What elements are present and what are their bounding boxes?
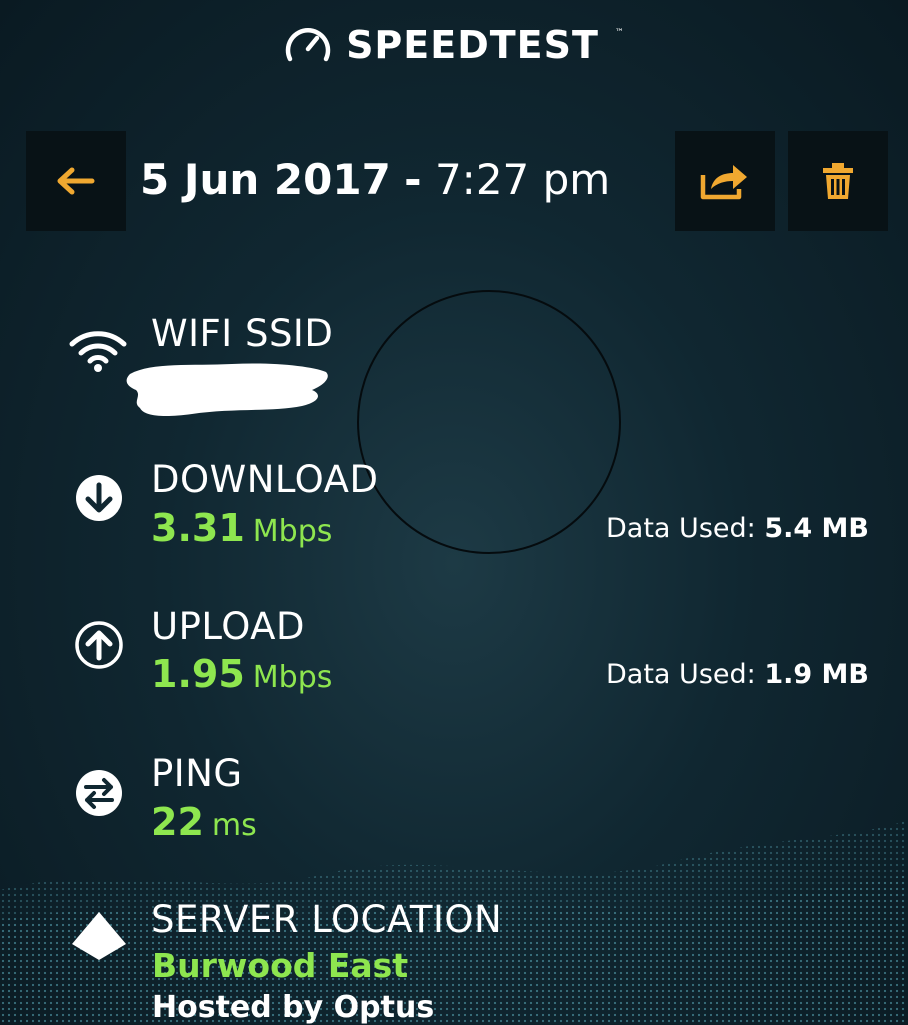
result-datetime: 5 Jun 2017 - 7:27 pm — [140, 155, 610, 204]
download-data-used: Data Used: 5.4 MB — [606, 513, 869, 544]
wifi-label: WIFI SSID — [151, 312, 334, 355]
download-value: 3.31 Mbps — [151, 506, 332, 550]
upload-data-used-label: Data Used: — [606, 659, 756, 690]
gauge-circle — [357, 290, 621, 554]
ping-icon — [74, 768, 124, 818]
back-arrow-icon — [57, 167, 95, 195]
wifi-icon — [68, 326, 128, 374]
upload-unit: Mbps — [252, 660, 333, 695]
download-speed: 3.31 — [151, 506, 245, 550]
server-location-icon — [70, 910, 128, 962]
speedtest-logo: SPEEDTEST ™ — [284, 23, 624, 67]
download-unit: Mbps — [252, 514, 333, 549]
result-time: 7:27 pm — [434, 155, 611, 204]
ping-label: PING — [151, 752, 243, 795]
upload-data-used: Data Used: 1.9 MB — [606, 659, 869, 690]
server-name: Burwood East — [152, 946, 409, 985]
server-host: Hosted by Optus — [152, 990, 435, 1025]
download-data-used-label: Data Used: — [606, 513, 756, 544]
upload-label: UPLOAD — [151, 605, 305, 648]
trash-icon — [823, 163, 853, 199]
top-bar: SPEEDTEST ™ — [0, 0, 908, 90]
upload-icon — [74, 620, 124, 670]
trademark: ™ — [614, 28, 624, 38]
delete-button[interactable] — [788, 131, 888, 231]
server-location-label: SERVER LOCATION — [151, 898, 503, 941]
brand-name: SPEEDTEST — [346, 23, 599, 67]
redacted-ssid — [126, 363, 328, 416]
speedometer-icon — [285, 28, 331, 62]
back-button[interactable] — [26, 131, 126, 231]
upload-value: 1.95 Mbps — [151, 652, 332, 696]
share-button[interactable] — [675, 131, 775, 231]
download-data-used-value: 5.4 MB — [764, 513, 870, 544]
upload-data-used-value: 1.9 MB — [764, 659, 870, 690]
datetime-separator: - — [404, 155, 422, 204]
upload-speed: 1.95 — [151, 652, 245, 696]
download-icon — [74, 473, 124, 523]
download-label: DOWNLOAD — [151, 458, 379, 501]
result-date: 5 Jun 2017 — [140, 155, 391, 204]
share-icon — [700, 165, 747, 200]
